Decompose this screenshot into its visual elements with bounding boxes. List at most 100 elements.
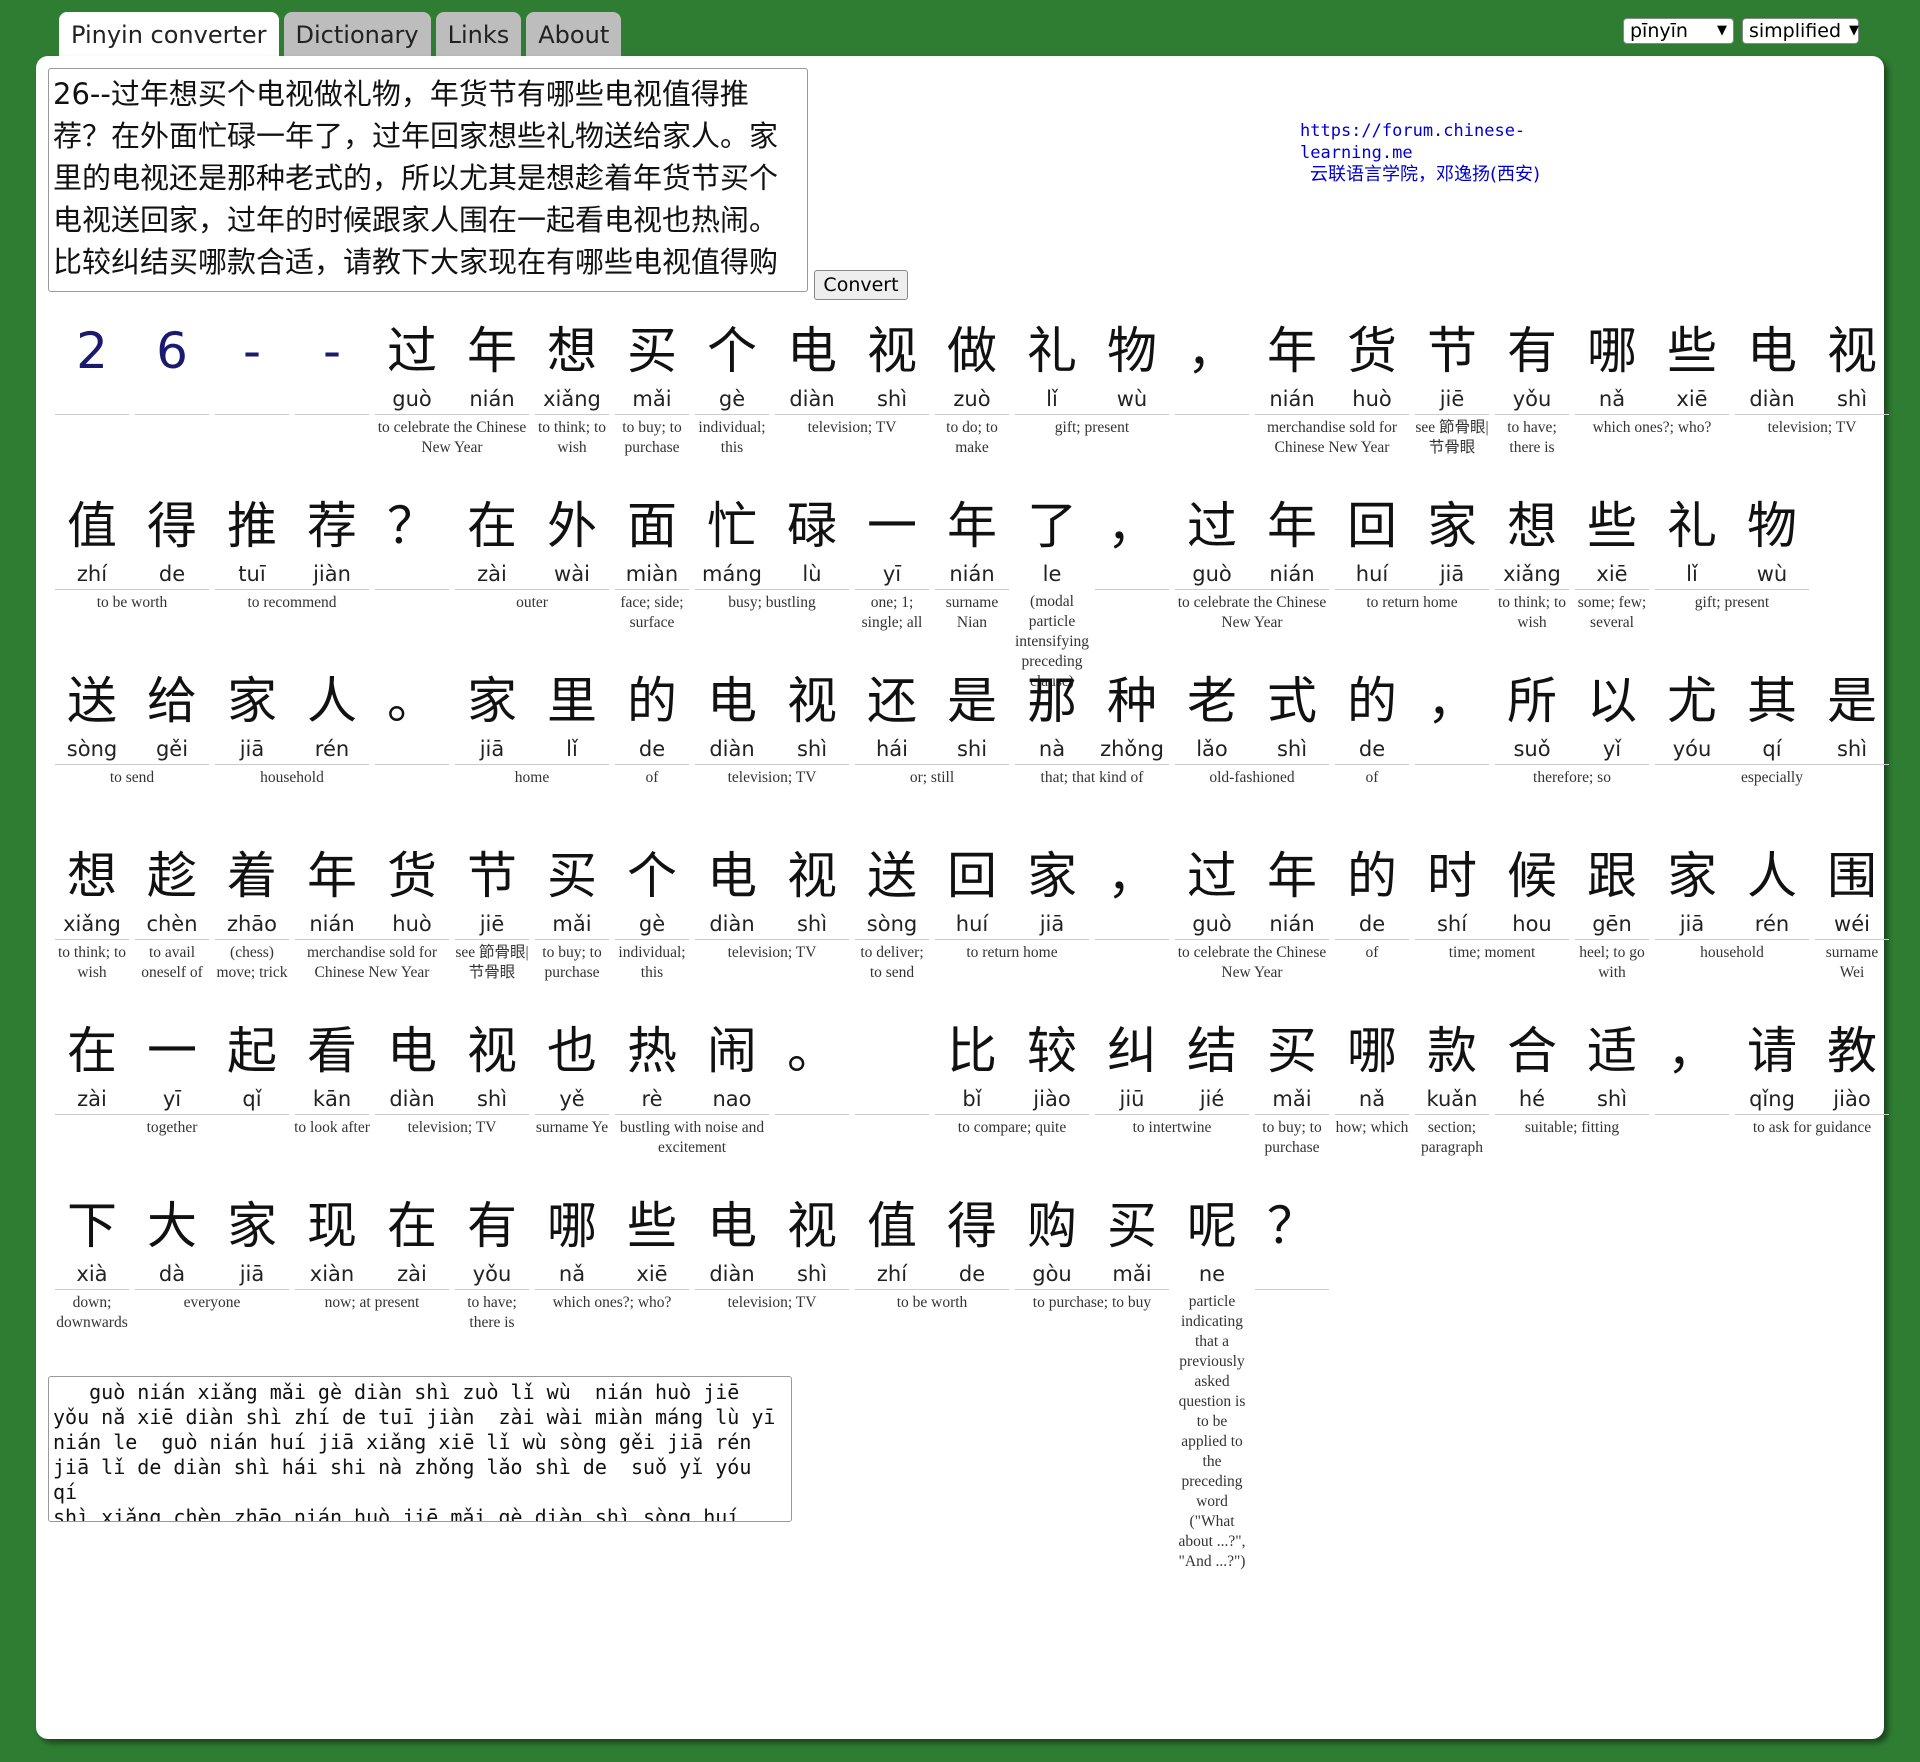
word-group[interactable]: 。: [372, 668, 452, 843]
word-group[interactable]: 看 kān to look after: [292, 1018, 372, 1193]
word-group[interactable]: 年 nián 货 huò merchandise sold for Chinese Ne…: [292, 843, 452, 1018]
word-group[interactable]: 所 suǒ 以 yǐ therefore; so: [1492, 668, 1652, 843]
tab-links[interactable]: Links: [435, 12, 522, 56]
word-group[interactable]: 值 zhí 得 de to be worth: [52, 493, 212, 668]
word-group[interactable]: 电 diàn 视 shì television; TV: [692, 843, 852, 1018]
word-group[interactable]: 在 zài 外 wài outer: [452, 493, 612, 668]
word-group[interactable]: 热 rè 闹 nao bustling with noise and excitemen…: [612, 1018, 772, 1193]
word-group[interactable]: 过 guò 年 nián to celebrate the Chinese New Ye…: [372, 318, 532, 493]
word-group[interactable]: 电 diàn 视 shì television; TV: [772, 318, 932, 493]
tab-about[interactable]: About: [526, 12, 622, 56]
word-group[interactable]: 购 gòu 买 mǎi to purchase; to buy: [1012, 1193, 1172, 1368]
word-group[interactable]: 在 zài 一 yī 起 qǐ together: [52, 1018, 292, 1193]
word-group[interactable]: 也 yě surname Ye: [532, 1018, 612, 1193]
word-group[interactable]: 想 xiǎng to think; to wish: [532, 318, 612, 493]
word-group[interactable]: 个 gè individual; this: [612, 843, 692, 1018]
word-group[interactable]: 家 jiā 人 rén household: [212, 668, 372, 843]
word-group[interactable]: 呢 ne particle indicating that a previously…: [1172, 1193, 1252, 1570]
word-group[interactable]: 年 nián surname Nian: [932, 493, 1012, 668]
word-group[interactable]: 尤 yóu 其 qí 是 shì especially: [1652, 668, 1892, 843]
annotated-row: 下 xià down; downwards 大 dà 家 jiā everyone 现 xiàn 在…: [52, 1193, 1872, 1570]
word-group[interactable]: 有 yǒu to have; there is: [452, 1193, 532, 1368]
word-group[interactable]: 跟 gēn heel; to go with: [1572, 843, 1652, 1018]
word-group[interactable]: 纠 jiū 结 jié to intertwine: [1092, 1018, 1252, 1193]
word-group[interactable]: 礼 lǐ 物 wù gift; present: [1652, 493, 1812, 668]
tab-dictionary[interactable]: Dictionary: [283, 12, 431, 56]
word-group[interactable]: 围 wéi surname Wei: [1812, 843, 1892, 1018]
word-group[interactable]: 的 de of: [1332, 843, 1412, 1018]
convert-button[interactable]: Convert: [814, 270, 908, 300]
display-mode-select[interactable]: pīnyīn ▼: [1623, 18, 1734, 44]
word-group[interactable]: 哪 nǎ 些 xiē which ones?; who?: [532, 1193, 692, 1368]
word-group[interactable]: 电 diàn 视 shì television; TV: [1732, 318, 1892, 493]
word-group[interactable]: 款 kuǎn section; paragraph: [1412, 1018, 1492, 1193]
word-group[interactable]: 想 xiǎng to think; to wish: [1492, 493, 1572, 668]
word-group[interactable]: ，: [1092, 493, 1172, 668]
word-group[interactable]: 有 yǒu to have; there is: [1492, 318, 1572, 493]
word-group[interactable]: 着 zhāo (chess) move; trick: [212, 843, 292, 1018]
script-select[interactable]: simplified ▼: [1742, 18, 1859, 44]
word-group[interactable]: ，: [1092, 843, 1172, 1018]
word-group[interactable]: 时 shí 候 hou time; moment: [1412, 843, 1572, 1018]
word-group[interactable]: 6: [132, 318, 212, 493]
word-group[interactable]: 的 de of: [612, 668, 692, 843]
word-group[interactable]: 个 gè individual; this: [692, 318, 772, 493]
word-group[interactable]: 节 jiē see 節骨眼|节骨眼: [452, 843, 532, 1018]
word-group[interactable]: 忙 máng 碌 lù busy; bustling: [692, 493, 852, 668]
word-group[interactable]: 老 lǎo 式 shì old-fashioned: [1172, 668, 1332, 843]
word-chars: 送 sòng 给 gěi: [52, 668, 212, 764]
word-group[interactable]: 比 bǐ 较 jiào to compare; quite: [932, 1018, 1092, 1193]
word-group[interactable]: ，: [1412, 668, 1492, 843]
word-group[interactable]: 买 mǎi to buy; to purchase: [1252, 1018, 1332, 1193]
word-group[interactable]: ，: [1172, 318, 1252, 493]
word-group[interactable]: 请 qǐng 教 jiào to ask for guidance: [1732, 1018, 1892, 1193]
chinese-input-textarea[interactable]: 26--过年想买个电视做礼物，年货节有哪些电视值得推荐？在外面忙碌一年了，过年回…: [48, 68, 808, 292]
word-group[interactable]: 下 xià down; downwards: [52, 1193, 132, 1368]
word-group[interactable]: [852, 1018, 932, 1193]
word-group[interactable]: 。: [772, 1018, 852, 1193]
pinyin: xiàn: [309, 1262, 355, 1286]
word-group[interactable]: 合 hé 适 shì suitable; fitting: [1492, 1018, 1652, 1193]
word-group[interactable]: -: [292, 318, 372, 493]
word-group[interactable]: 买 mǎi to buy; to purchase: [532, 843, 612, 1018]
word-group[interactable]: 哪 nǎ how; which: [1332, 1018, 1412, 1193]
forum-link[interactable]: https://forum.chinese-learning.me: [1300, 120, 1600, 164]
word-group[interactable]: 趁 chèn to avail oneself of: [132, 843, 212, 1018]
word-group[interactable]: 年 nián 货 huò merchandise sold for Chinese Ne…: [1252, 318, 1412, 493]
word-group[interactable]: ？: [1252, 1193, 1332, 1368]
word-group[interactable]: 推 tuī 荐 jiàn to recommend: [212, 493, 372, 668]
word-group[interactable]: 电 diàn 视 shì television; TV: [372, 1018, 532, 1193]
word-group[interactable]: 些 xiē some; few; several: [1572, 493, 1652, 668]
tab-pinyin-converter[interactable]: Pinyin converter: [59, 12, 279, 56]
word-group[interactable]: 过 guò 年 nián to celebrate the Chinese New Ye…: [1172, 843, 1332, 1018]
word-group[interactable]: 面 miàn face; side; surface: [612, 493, 692, 668]
word-group[interactable]: 家 jiā 里 lǐ home: [452, 668, 612, 843]
word-group[interactable]: 想 xiǎng to think; to wish: [52, 843, 132, 1018]
word-group[interactable]: 送 sòng 给 gěi to send: [52, 668, 212, 843]
word-group[interactable]: 电 diàn 视 shì television; TV: [692, 1193, 852, 1368]
word-group[interactable]: 礼 lǐ 物 wù gift; present: [1012, 318, 1172, 493]
word-group[interactable]: 现 xiàn 在 zài now; at present: [292, 1193, 452, 1368]
word-group[interactable]: 回 huí 家 jiā to return home: [932, 843, 1092, 1018]
word-group[interactable]: 值 zhí 得 de to be worth: [852, 1193, 1012, 1368]
word-group[interactable]: 电 diàn 视 shì television; TV: [692, 668, 852, 843]
word-group[interactable]: 家 jiā 人 rén household: [1652, 843, 1812, 1018]
word-group[interactable]: 2: [52, 318, 132, 493]
word-group[interactable]: 一 yī one; 1; single; all: [852, 493, 932, 668]
word-group[interactable]: 哪 nǎ 些 xiē which ones?; who?: [1572, 318, 1732, 493]
word-group[interactable]: -: [212, 318, 292, 493]
word-group[interactable]: 做 zuò to do; to make: [932, 318, 1012, 493]
word-group[interactable]: 回 huí 家 jiā to return home: [1332, 493, 1492, 668]
word-group[interactable]: 送 sòng to deliver; to send: [852, 843, 932, 1018]
word-group[interactable]: 的 de of: [1332, 668, 1412, 843]
word-group[interactable]: 节 jiē see 節骨眼|节骨眼: [1412, 318, 1492, 493]
word-group[interactable]: ，: [1652, 1018, 1732, 1193]
word-group[interactable]: 那 nà 种 zhǒng that; that kind of: [1012, 668, 1172, 843]
word-group[interactable]: 了 le (modal particle intensifying precedin…: [1012, 493, 1092, 690]
word-group[interactable]: 过 guò 年 nián to celebrate the Chinese New Ye…: [1172, 493, 1332, 668]
word-group[interactable]: 还 hái 是 shi or; still: [852, 668, 1012, 843]
word-group[interactable]: 大 dà 家 jiā everyone: [132, 1193, 292, 1368]
pinyin-output-textarea[interactable]: guò nián xiǎng mǎi gè diàn shì zuò lǐ wù…: [48, 1376, 792, 1522]
word-group[interactable]: ？: [372, 493, 452, 668]
word-group[interactable]: 买 mǎi to buy; to purchase: [612, 318, 692, 493]
